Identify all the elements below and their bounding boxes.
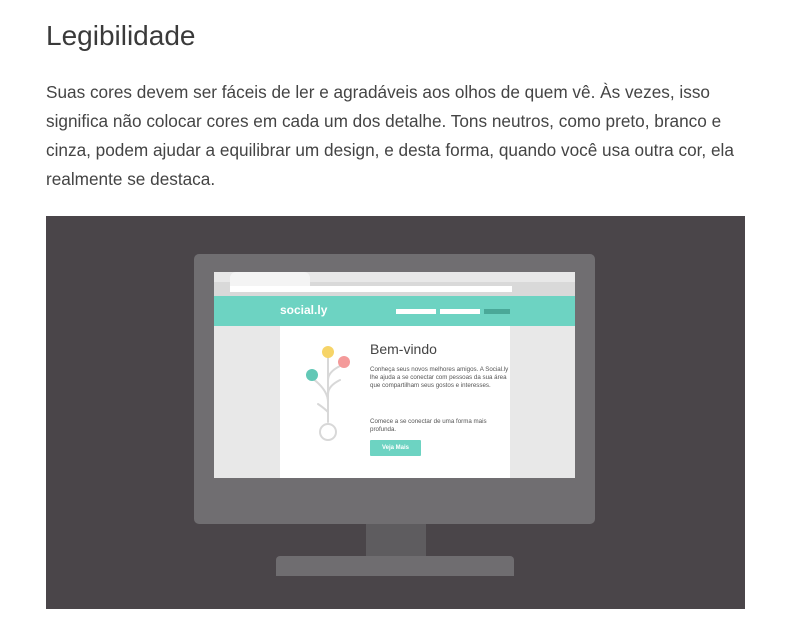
browser-tab: [230, 272, 310, 286]
nav-link-placeholder: [396, 309, 436, 314]
monitor-stand-neck: [366, 524, 426, 558]
yellow-dot-icon: [322, 346, 334, 358]
network-tree-icon: [306, 346, 350, 441]
see-more-button: Veja Mais: [370, 440, 421, 456]
teal-dot-icon: [306, 369, 318, 381]
monitor-frame: social.ly Bem-vindo Conheça seus novos m…: [194, 254, 595, 524]
nav-link-placeholder: [440, 309, 480, 314]
section-paragraph: Suas cores devem ser fáceis de ler e agr…: [46, 82, 734, 189]
monitor-stand-base: [276, 556, 514, 576]
nav-link-placeholder: [484, 309, 510, 314]
browser-address-bar: [230, 286, 512, 292]
pink-dot-icon: [338, 356, 350, 368]
site-navbar: social.ly: [214, 296, 575, 326]
welcome-description: Conheça seus novos melhores amigos. A So…: [370, 366, 509, 389]
monitor-illustration: social.ly Bem-vindo Conheça seus novos m…: [46, 216, 745, 609]
site-logo: social.ly: [280, 303, 328, 317]
section-heading: Legibilidade: [46, 20, 196, 51]
monitor-screen: social.ly Bem-vindo Conheça seus novos m…: [214, 272, 575, 478]
welcome-title: Bem-vindo: [370, 341, 437, 357]
welcome-subtext: Comece a se conectar de uma forma mais p…: [370, 418, 487, 433]
welcome-card: Bem-vindo Conheça seus novos melhores am…: [280, 326, 510, 478]
